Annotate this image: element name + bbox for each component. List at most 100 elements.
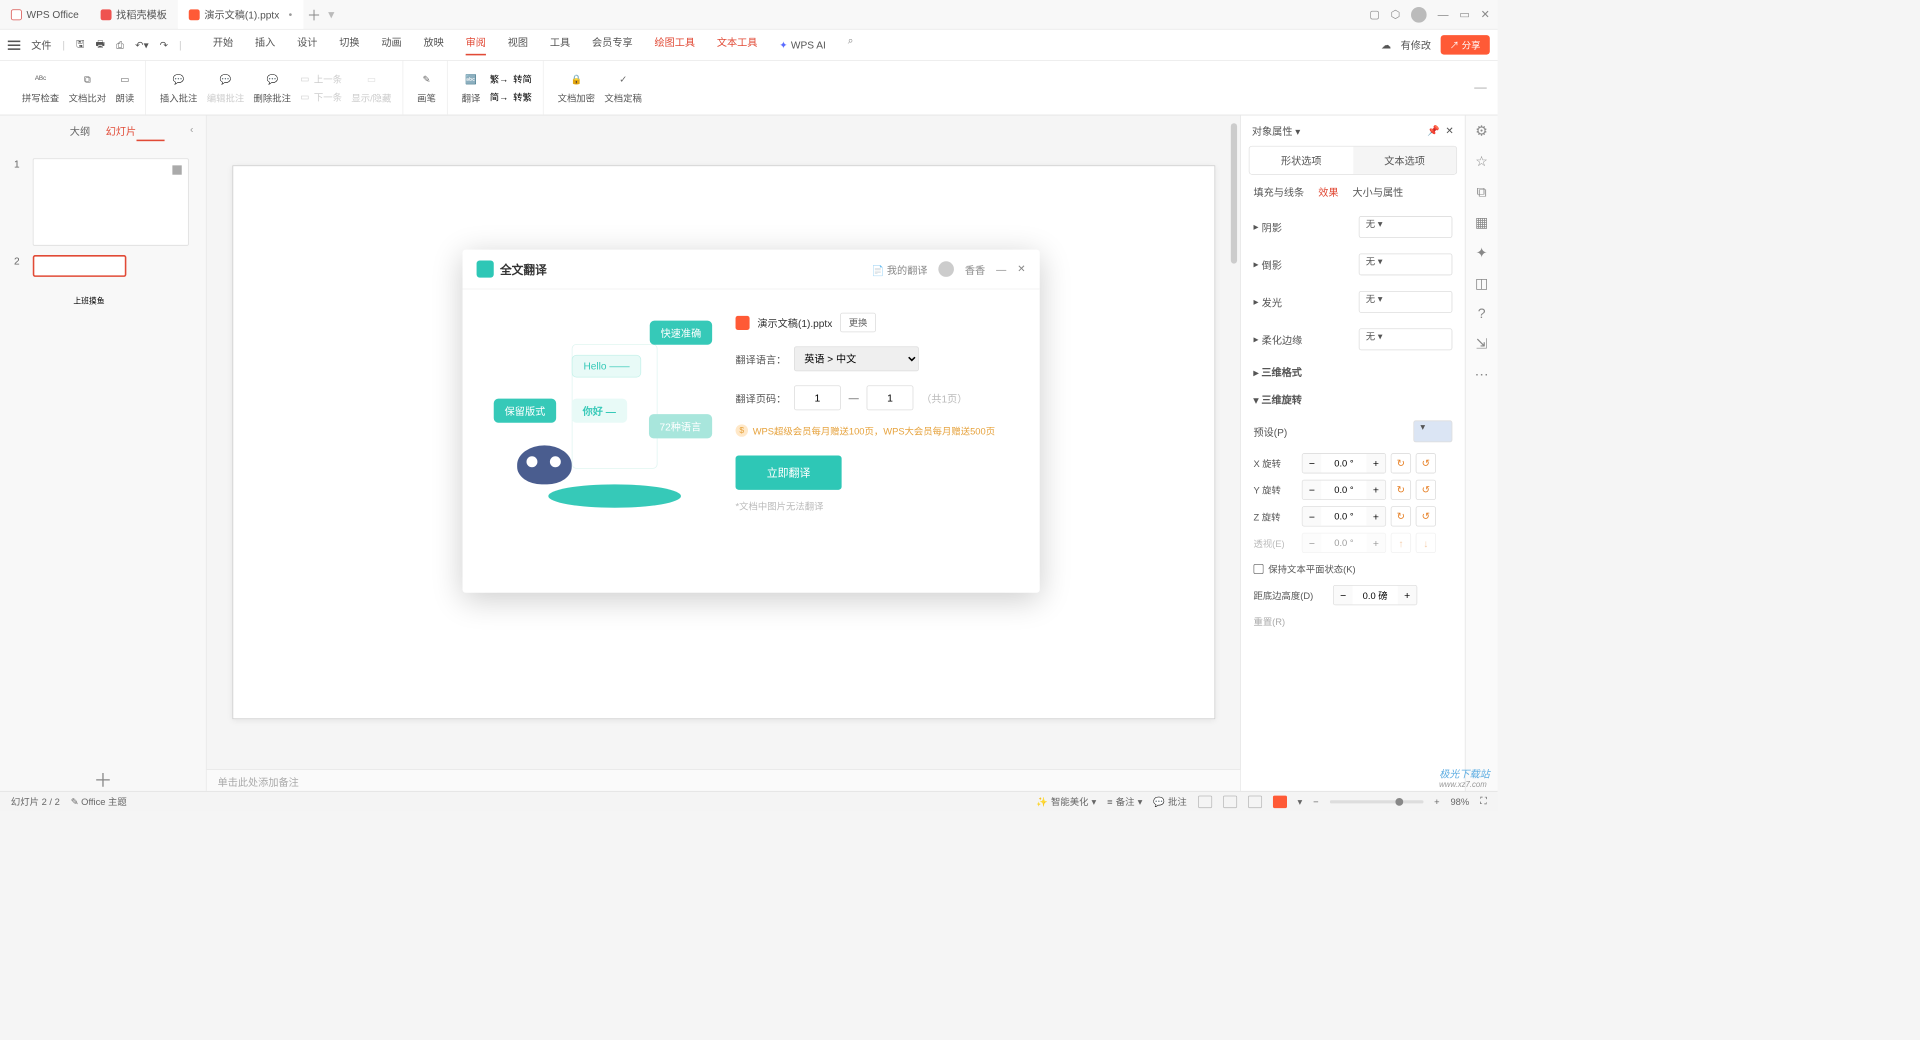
text-options-tab[interactable]: 文本选项 [1353,147,1456,174]
search-icon[interactable]: ⌕ [848,34,854,55]
tab-view[interactable]: 视图 [508,34,528,55]
y-rot-spin[interactable]: −+ [1302,480,1386,500]
tab-member[interactable]: 会员专享 [592,34,633,55]
add-slide-button[interactable]: ＋ [0,763,206,794]
3d-format-section[interactable]: ▸ 三维格式 [1241,358,1465,385]
redo-icon[interactable]: ↷ [160,39,169,51]
swap-file-button[interactable]: 更换 [840,313,876,333]
delete-comment[interactable]: 💬删除批注 [254,71,291,105]
changes-label[interactable]: 有修改 [1401,37,1431,52]
shape-options-tab[interactable]: 形状选项 [1250,147,1353,174]
tab-insert[interactable]: 插入 [255,34,275,55]
smart-beautify[interactable]: ✨ 智能美化 ▾ [1036,795,1096,808]
zoom-level[interactable]: 98% [1450,796,1469,807]
ribbon-collapse-icon[interactable]: — [1474,81,1486,95]
shadow-select[interactable]: 无 ▾ [1359,216,1453,238]
pen[interactable]: ✎画笔 [417,71,436,105]
view-normal[interactable] [1198,795,1212,807]
share-button[interactable]: ↗ 分享 [1440,35,1489,55]
tool-3[interactable]: ⧉ [1477,184,1487,200]
z-rot-btn2[interactable]: ↺ [1416,506,1436,526]
view-sorter[interactable] [1223,795,1237,807]
maximize-icon[interactable]: ▭ [1459,8,1469,21]
preview-icon[interactable]: ⎙ [116,39,124,51]
thumb-2[interactable]: 2 上班摸鱼 [0,250,206,281]
outline-tab[interactable]: 大纲 [70,123,90,138]
notes-toggle[interactable]: ≡ 备注 ▾ [1107,795,1142,808]
win-icon-2[interactable]: ⬡ [1391,8,1401,21]
file-menu[interactable]: 文件 [31,37,51,52]
dialog-close-icon[interactable]: ✕ [1017,263,1026,275]
props-close-icon[interactable]: ✕ [1445,124,1454,136]
user-avatar[interactable] [1411,7,1427,23]
save-icon[interactable]: 🖫 [76,36,85,53]
spell-check[interactable]: ᴬᴮᶜ拼写检查 [22,71,59,105]
3d-rotation-section[interactable]: ▾ 三维旋转 [1241,385,1465,412]
tab-document[interactable]: 演示文稿(1).pptx• [178,0,303,29]
tool-7[interactable]: ? [1478,306,1486,322]
fill-line-tab[interactable]: 填充与线条 [1253,184,1304,199]
z-rot-spin[interactable]: −+ [1302,506,1386,526]
glow-select[interactable]: 无 ▾ [1359,291,1453,313]
x-rot-btn1[interactable]: ↻ [1391,453,1411,473]
view-menu[interactable]: ▾ [1298,796,1303,807]
undo-icon[interactable]: ↶▾ [135,39,149,51]
tab-animation[interactable]: 动画 [381,34,401,55]
to-simplified[interactable]: 繁→ 转简 [490,72,532,85]
y-rot-btn1[interactable]: ↻ [1391,480,1411,500]
tool-1[interactable]: ⚙ [1475,123,1488,139]
pin-icon[interactable]: 📌 [1427,124,1440,136]
panel-collapse-icon[interactable]: ‹ [190,123,193,135]
comments-toggle[interactable]: 💬 批注 [1153,795,1187,808]
doc-compare[interactable]: ⧉文档比对 [69,71,106,105]
x-rot-btn2[interactable]: ↺ [1416,453,1436,473]
thumb-1[interactable]: 1 [0,154,206,251]
wps-ai[interactable]: ✦WPS AI [779,34,826,55]
translate[interactable]: 🔤翻译 [462,71,481,105]
tool-5[interactable]: ✦ [1476,245,1488,261]
page-from-input[interactable] [794,385,841,410]
dialog-minimize-icon[interactable]: — [996,263,1006,275]
zoom-slider[interactable] [1330,800,1424,803]
tab-drawing[interactable]: 绘图工具 [654,34,695,55]
size-props-tab[interactable]: 大小与属性 [1353,184,1404,199]
y-rot-btn2[interactable]: ↺ [1416,480,1436,500]
read-aloud[interactable]: ▭朗读 [115,71,134,105]
fit-icon[interactable]: ⛶ [1480,796,1487,808]
slides-tab[interactable]: 幻灯片 [106,123,136,138]
minimize-icon[interactable]: — [1438,8,1449,20]
tab-menu-icon[interactable]: ▾ [328,7,334,23]
new-tab-button[interactable]: ＋ [303,4,325,24]
tab-design[interactable]: 设计 [297,34,317,55]
to-traditional[interactable]: 简→ 转繁 [490,90,532,103]
scrollbar[interactable] [1229,115,1238,794]
tab-wps-office[interactable]: WPS Office [0,0,90,29]
tab-slideshow[interactable]: 放映 [424,34,444,55]
encrypt[interactable]: 🔒文档加密 [558,71,595,105]
view-reading[interactable] [1248,795,1262,807]
tab-tools[interactable]: 工具 [550,34,570,55]
preset-select[interactable]: ▾ [1413,420,1452,442]
view-slideshow[interactable] [1273,795,1287,807]
reflection-select[interactable]: 无 ▾ [1359,253,1453,275]
tool-2[interactable]: ☆ [1475,154,1488,170]
x-rot-spin[interactable]: −+ [1302,453,1386,473]
tool-4[interactable]: ▦ [1475,214,1488,230]
effects-tab[interactable]: 效果 [1318,184,1338,199]
keep-flat-checkbox[interactable] [1253,564,1263,574]
z-rot-btn1[interactable]: ↻ [1391,506,1411,526]
tab-templates[interactable]: 找稻壳模板 [90,0,178,29]
cloud-icon[interactable]: ☁ [1381,39,1391,51]
tool-more[interactable]: ⋯ [1475,367,1489,383]
insert-comment[interactable]: 💬插入批注 [160,71,197,105]
close-icon[interactable]: ✕ [1481,8,1490,21]
soft-edge-select[interactable]: 无 ▾ [1359,328,1453,350]
print-icon[interactable]: 🖶 [96,36,106,53]
tool-6[interactable]: ◫ [1475,275,1488,291]
tab-review[interactable]: 审阅 [466,34,486,55]
zoom-in[interactable]: + [1434,796,1439,807]
language-select[interactable]: 英语 > 中文 [794,346,919,371]
win-icon-1[interactable]: ▢ [1369,8,1379,21]
translate-button[interactable]: 立即翻译 [736,456,842,490]
hamburger-icon[interactable] [8,40,20,49]
